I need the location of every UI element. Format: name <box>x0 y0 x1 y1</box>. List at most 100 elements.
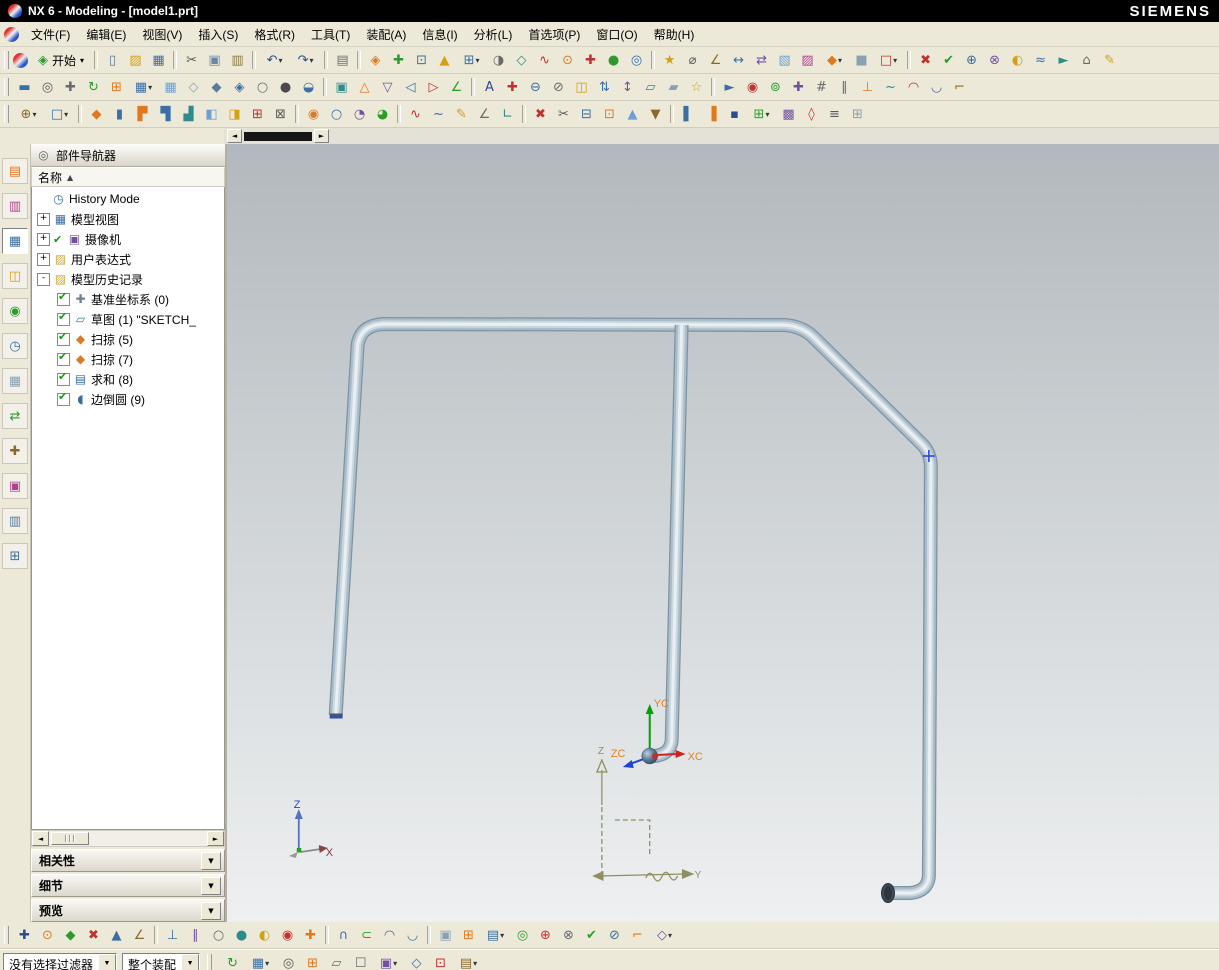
toolbar-icon[interactable]: ∟ <box>496 103 519 126</box>
toolbar-icon[interactable]: ▨ <box>796 49 819 72</box>
toolbar-icon[interactable]: ∿ <box>404 103 427 126</box>
navigator-column-header[interactable]: 名称 ▲ <box>31 167 225 187</box>
toolbar-icon[interactable]: ● <box>230 924 253 947</box>
chevron-down-icon[interactable]: ▼ <box>201 852 221 870</box>
toolbar-icon[interactable]: ⇄ <box>750 49 773 72</box>
toolbar-icon[interactable]: ◧ <box>200 103 223 126</box>
section-details[interactable]: 细节 ▼ <box>31 874 225 897</box>
toolbar-icon[interactable]: ▲ <box>433 49 456 72</box>
tree-item[interactable]: +▦模型视图 <box>32 209 224 229</box>
toolbar-icon[interactable]: ⌐ <box>948 76 971 99</box>
toolbar-icon[interactable]: ◠ <box>902 76 925 99</box>
toolbar-icon[interactable]: ● <box>274 76 297 99</box>
toolbar-icon[interactable]: ▷ <box>422 76 445 99</box>
toolbar-icon[interactable]: ★ <box>658 49 681 72</box>
toolbar-icon[interactable]: ▣ <box>434 924 457 947</box>
tree-item[interactable]: ✔✚基准坐标系 (0) <box>32 289 224 309</box>
toolbar-icon[interactable]: ⊥ <box>161 924 184 947</box>
toolbar-icon[interactable]: ◷ <box>2 333 28 359</box>
toolbar-icon[interactable]: ▽ <box>376 76 399 99</box>
combo-dropdown-icon[interactable]: ▼ <box>98 954 116 970</box>
toolbar-icon[interactable]: ◠ <box>378 924 401 947</box>
toolbar-icon[interactable]: ⊕ <box>960 49 983 72</box>
toolbar-icon[interactable]: ■ <box>850 49 873 72</box>
toolbar-icon[interactable]: ▦▾ <box>128 76 159 99</box>
toolbar-icon[interactable]: ⊂ <box>355 924 378 947</box>
toolbar-icon[interactable]: ✂ <box>552 103 575 126</box>
toolbar-icon[interactable]: ≈ <box>1029 49 1052 72</box>
toolbar-drag-handle[interactable] <box>4 51 9 69</box>
toolbar-icon[interactable]: ○ <box>251 76 274 99</box>
toolbar-icon[interactable]: ↷▾ <box>290 49 321 72</box>
scroll-left-icon[interactable]: ◄ <box>32 831 49 846</box>
feature-checkbox[interactable]: ✔ <box>57 333 70 346</box>
scroll-thumb[interactable] <box>51 832 89 845</box>
toolbar-icon[interactable]: ◇ <box>405 952 428 970</box>
selection-scope-combo[interactable]: 整个装配 ▼ <box>122 953 200 970</box>
toolbar-icon[interactable]: ◇▾ <box>649 924 680 947</box>
toolbar-icon[interactable]: ▥ <box>226 49 249 72</box>
toolbar-icon[interactable]: ▰ <box>662 76 685 99</box>
toolbar-icon[interactable]: ◎ <box>277 952 300 970</box>
menu-item-5[interactable]: 格式(R) <box>246 23 303 46</box>
menu-item-1[interactable]: 文件(F) <box>23 23 78 46</box>
toolbar-icon[interactable]: △ <box>353 76 376 99</box>
toolbar-icon[interactable]: ◈ <box>228 76 251 99</box>
feature-checkbox[interactable]: ✔ <box>57 373 70 386</box>
toolbar-icon[interactable]: ✎ <box>450 103 473 126</box>
toolbar-icon[interactable]: ◉ <box>276 924 299 947</box>
toolbar-icon[interactable]: ✚ <box>2 438 28 464</box>
toolbar-icon[interactable]: ⊖ <box>524 76 547 99</box>
toolbar-icon[interactable]: ∥ <box>833 76 856 99</box>
tree-item[interactable]: ✔◆扫掠 (7) <box>32 349 224 369</box>
toolbar-icon[interactable]: ▮ <box>108 103 131 126</box>
selection-filter-combo[interactable]: 没有选择过滤器 ▼ <box>3 953 117 970</box>
toolbar-icon[interactable]: ☐ <box>349 952 372 970</box>
toolbar-icon[interactable]: ⊞ <box>846 103 869 126</box>
toolbar-icon[interactable]: ⊡ <box>410 49 433 72</box>
toolbar-icon[interactable]: ◇ <box>510 49 533 72</box>
toolbar-icon[interactable]: ▩ <box>777 103 800 126</box>
toolbar-icon[interactable]: ⇄ <box>2 403 28 429</box>
menu-item-6[interactable]: 工具(T) <box>303 23 358 46</box>
toolbar-icon[interactable]: ◆ <box>59 924 82 947</box>
toolbar-icon[interactable]: ◆▾ <box>819 49 850 72</box>
toolbar-icon[interactable]: ▦ <box>2 228 28 254</box>
toolbar-icon[interactable]: ► <box>1052 49 1075 72</box>
tree-item[interactable]: ✔◖边倒圆 (9) <box>32 389 224 409</box>
dropdown-arrow-icon[interactable]: ▾ <box>473 959 477 968</box>
toolbar-icon[interactable]: ✚ <box>299 924 322 947</box>
menu-item-12[interactable]: 帮助(H) <box>646 23 703 46</box>
dropdown-arrow-icon[interactable]: ▾ <box>668 931 672 940</box>
toolbar-icon[interactable]: ▱ <box>325 952 348 970</box>
toolbar-icon[interactable]: ✎ <box>1098 49 1121 72</box>
dropdown-arrow-icon[interactable]: ▾ <box>893 56 897 65</box>
toolbar-icon[interactable]: ▦ <box>147 49 170 72</box>
toolbar-icon[interactable]: ↔ <box>727 49 750 72</box>
toolbar-drag-handle[interactable] <box>4 105 9 123</box>
feature-checkbox[interactable]: ✔ <box>57 393 70 406</box>
toolbar-icon[interactable]: ◫ <box>570 76 593 99</box>
toolbar-icon[interactable]: ▨ <box>124 49 147 72</box>
feature-checkbox[interactable]: ✔ <box>57 353 70 366</box>
toolbar-icon[interactable]: ◒ <box>297 76 320 99</box>
toolbar-icon[interactable]: ⊘ <box>547 76 570 99</box>
toolbar-drag-handle[interactable] <box>4 78 9 96</box>
tree-item[interactable]: -▨模型历史记录 <box>32 269 224 289</box>
toolbar-icon[interactable]: ▐ <box>700 103 723 126</box>
toolbar-icon[interactable]: ⊙ <box>36 924 59 947</box>
toolbar-icon[interactable]: ⇅ <box>593 76 616 99</box>
feature-checkbox[interactable]: ✔ <box>57 313 70 326</box>
toolbar-icon[interactable]: ⌐ <box>626 924 649 947</box>
toolbar-icon[interactable]: ⊞ <box>301 952 324 970</box>
section-dependencies[interactable]: 相关性 ▼ <box>31 849 225 872</box>
start-menu-button[interactable]: ◈ 开始 ▾ <box>31 49 91 72</box>
toolbar-icon[interactable]: ◕ <box>371 103 394 126</box>
toolbar-icon[interactable]: ⊗ <box>557 924 580 947</box>
toolbar-icon[interactable]: ◐ <box>253 924 276 947</box>
dropdown-arrow-icon[interactable]: ▾ <box>64 110 68 119</box>
toolbar-icon[interactable]: ▼ <box>644 103 667 126</box>
toolbar-icon[interactable]: ↕ <box>616 76 639 99</box>
dropdown-arrow-icon[interactable]: ▾ <box>765 110 769 119</box>
toolbar-icon[interactable]: ▤▾ <box>480 924 511 947</box>
